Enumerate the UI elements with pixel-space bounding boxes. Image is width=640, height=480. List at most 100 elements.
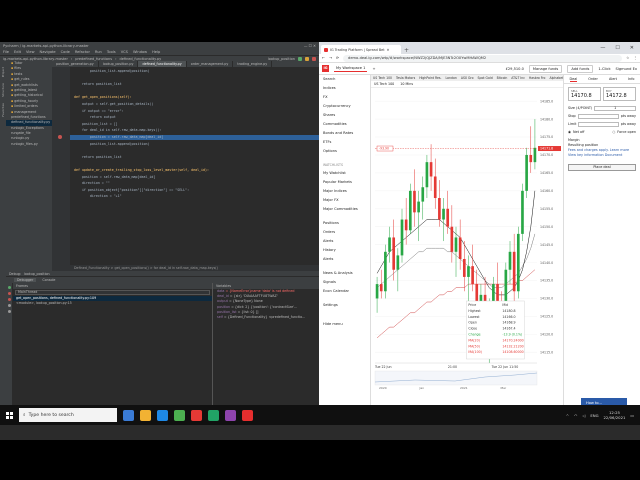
url-field[interactable]: demo-deal.ig.com/wtp/#/workspace/NWZ2jQJ… xyxy=(343,54,623,62)
variable-row[interactable]: self = {Defined_Functionality} <predefin… xyxy=(213,315,319,320)
settings-icon[interactable] xyxy=(7,310,11,313)
taskbar-app-icon[interactable] xyxy=(225,409,236,421)
taskbar-search[interactable]: ⌕ Type here to search xyxy=(19,408,117,422)
code-line[interactable]: return position_list xyxy=(74,82,122,86)
chart-interval[interactable]: 10 Mins xyxy=(400,82,413,86)
code-line[interactable]: position_list.append(position) xyxy=(74,142,150,146)
deal-tab-alert[interactable]: Alert xyxy=(609,77,617,81)
menu-item-file[interactable]: File xyxy=(3,50,9,54)
stop-input[interactable] xyxy=(577,113,619,119)
close-tab-icon[interactable]: ✕ xyxy=(387,48,390,52)
close-window-button[interactable]: ✕ xyxy=(630,45,634,51)
manage-funds-button[interactable]: Manage funds xyxy=(528,64,563,73)
ticker-item[interactable]: AT&T Inc xyxy=(511,76,525,80)
funds-value[interactable]: £29,510.0 xyxy=(506,67,524,71)
ticker-item[interactable]: US Tech 100 xyxy=(373,76,392,80)
code-line[interactable]: position_list = [] xyxy=(74,122,118,126)
menu-item-window[interactable]: Window xyxy=(133,50,147,54)
windows-start-icon[interactable] xyxy=(6,411,13,419)
clock[interactable]: 12:25 22/06/2021 xyxy=(604,410,626,420)
tab-debugger[interactable]: Debugger xyxy=(14,278,37,282)
code-line[interactable]: for deal_id in self.raw_data.map.keys(): xyxy=(74,128,161,132)
add-workspace-icon[interactable]: + xyxy=(372,67,375,71)
menu-item-code[interactable]: Code xyxy=(61,50,70,54)
limit-input[interactable] xyxy=(578,121,619,127)
deal-tab-deal[interactable]: Deal xyxy=(569,77,578,82)
watchlist-item[interactable]: My Watchlist xyxy=(319,169,370,178)
workspace-tab[interactable]: My Workspace 1 xyxy=(334,65,368,72)
settings-item[interactable]: Settings xyxy=(319,301,370,310)
ide-window-controls[interactable]: — ☐ ✕ xyxy=(304,44,316,48)
project-tree-item[interactable]: defined_functionality.py xyxy=(6,120,52,126)
code-line[interactable]: return output xyxy=(74,115,116,119)
ticker-item[interactable]: Alphabet xyxy=(549,76,563,80)
ticker-item[interactable]: Tesla Motors xyxy=(396,76,415,80)
code-editor[interactable]: position_list.append(position) return po… xyxy=(52,67,319,271)
nav-path-1[interactable]: predefined_functions xyxy=(75,57,112,61)
kid-link[interactable]: View key information Document xyxy=(568,153,636,158)
menu-item-help[interactable]: Help xyxy=(152,50,160,54)
taskbar-app-icon[interactable] xyxy=(208,409,219,421)
code-line[interactable]: position = self.raw_data_map[deal_id] xyxy=(74,175,155,179)
volume-icon[interactable]: ◁ xyxy=(582,413,585,418)
thread-select[interactable]: MainThread xyxy=(15,290,210,295)
menu-item-view[interactable]: View xyxy=(26,50,35,54)
star-icon[interactable]: ☆ xyxy=(626,56,629,60)
project-tool-tab[interactable]: Project xyxy=(1,67,5,77)
nav-item-options[interactable]: Options xyxy=(319,147,370,156)
browser-tab[interactable]: IG Trading Platform | Spread Bet ✕ xyxy=(321,45,401,54)
watchlist-item[interactable]: Major FX xyxy=(319,196,370,205)
sell-button[interactable]: SELL 14170.8 xyxy=(568,87,601,101)
breakpoint-icon[interactable] xyxy=(58,135,62,139)
nav-item-search[interactable]: Search xyxy=(319,75,370,84)
stop-icon[interactable] xyxy=(312,56,316,61)
taskbar-app-icon[interactable] xyxy=(191,409,202,421)
run-icon[interactable] xyxy=(298,56,302,61)
price-chart[interactable]: 14185.0 14180.0 14175.0 14170.0 14165.0 14160… xyxy=(371,88,563,393)
menu-item-vcs[interactable]: VCS xyxy=(121,50,128,54)
nav-path-0[interactable]: ig-markets-api-python-library-master xyxy=(3,57,68,61)
code-line[interactable]: if output == "error": xyxy=(74,109,124,113)
watchlist-item[interactable]: Popular Markets xyxy=(319,178,370,187)
code-line[interactable]: def update_or_create_trailing_stop_loss_… xyxy=(74,168,209,172)
ticker-item[interactable]: Spot Gold xyxy=(478,76,493,80)
new-tab-button[interactable]: + xyxy=(404,47,409,54)
menu-item-edit[interactable]: Edit xyxy=(14,50,21,54)
account-item-alerts[interactable]: Alerts xyxy=(319,237,370,246)
tool-item[interactable]: Signals xyxy=(319,278,370,287)
tab-console[interactable]: Console xyxy=(42,278,55,282)
menu-item-navigate[interactable]: Navigate xyxy=(40,50,56,54)
ticker-item[interactable]: ASX Gro xyxy=(461,76,474,80)
editor-gutter[interactable] xyxy=(52,67,70,271)
nav-item-shares[interactable]: Shares xyxy=(319,111,370,120)
favorites-tool-tab[interactable]: Favorites xyxy=(1,103,5,117)
code-line[interactable]: position = self.raw_data_map[deal_id] xyxy=(74,135,163,139)
taskbar-app-icon[interactable] xyxy=(157,409,168,421)
taskbar-app-icon[interactable] xyxy=(140,409,151,421)
menu-item-refactor[interactable]: Refactor xyxy=(75,50,90,54)
code-line[interactable]: output = self.get_position_details() xyxy=(74,102,153,106)
chart-market-name[interactable]: US Tech 100 xyxy=(374,82,394,86)
stop-unit[interactable]: pts away xyxy=(621,114,636,118)
buy-button[interactable]: BUY 14172.8 xyxy=(603,87,636,101)
tool-item[interactable]: News & Analysis xyxy=(319,269,370,278)
resume-icon[interactable] xyxy=(7,286,11,289)
account-item-alerts[interactable]: Alerts xyxy=(319,255,370,264)
project-tree-item[interactable]: runlogic_files.py xyxy=(6,142,52,147)
mute-breakpoints-icon[interactable] xyxy=(7,304,11,307)
stop-debug-icon[interactable] xyxy=(7,292,11,295)
minimize-button[interactable]: — xyxy=(600,45,605,51)
code-line[interactable]: direction = "+1" xyxy=(74,194,122,198)
language-indicator[interactable]: ENG xyxy=(590,413,598,418)
ticker-item[interactable]: Bitcoin xyxy=(497,76,508,80)
nav-item-fx[interactable]: FX xyxy=(319,93,370,102)
watchlist-item[interactable]: Major Indices xyxy=(319,187,370,196)
nav-item-indices[interactable]: Indices xyxy=(319,84,370,93)
account-item-history[interactable]: History xyxy=(319,246,370,255)
nav-path-2[interactable]: defined_functionality.py xyxy=(119,57,161,61)
nav-item-commodities[interactable]: Commodities xyxy=(319,120,370,129)
breakpoints-icon[interactable] xyxy=(7,298,11,301)
wifi-icon[interactable]: ◠ xyxy=(574,413,577,418)
browser-menu-icon[interactable]: ⋮ xyxy=(633,56,637,60)
code-line[interactable]: if position_object["position"]["directio… xyxy=(74,188,189,192)
